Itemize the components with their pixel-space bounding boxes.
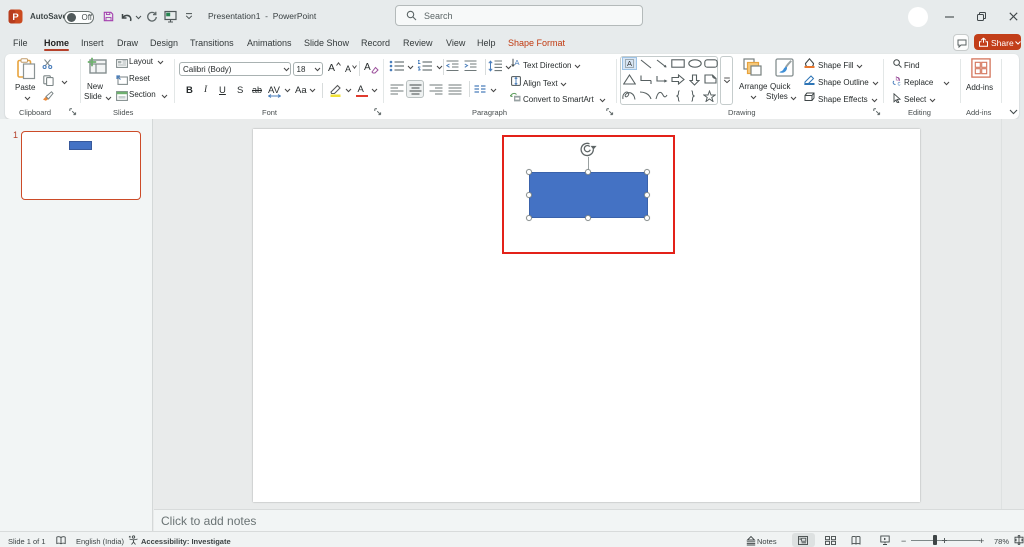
svg-text:c: c: [898, 82, 901, 87]
svg-text:A: A: [626, 59, 631, 68]
svg-text:P: P: [12, 12, 19, 23]
svg-text:A: A: [514, 58, 519, 67]
